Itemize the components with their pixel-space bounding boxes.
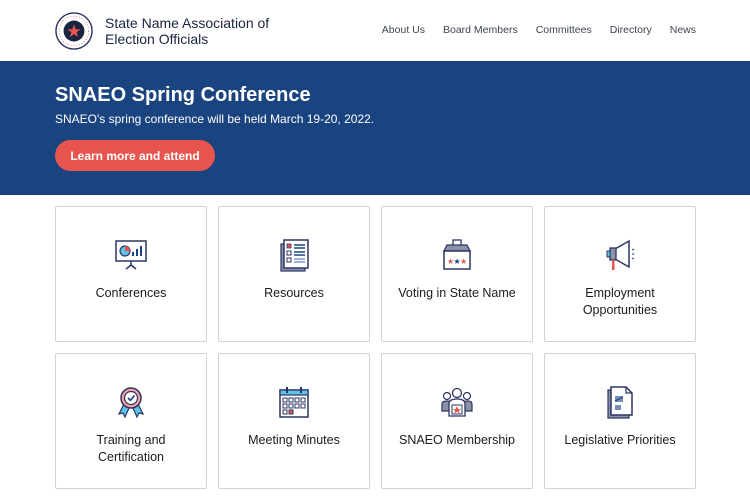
nav-directory[interactable]: Directory [610, 24, 652, 36]
card-label: Resources [264, 286, 324, 300]
card-label: SNAEO Membership [398, 433, 515, 447]
svg-text:★: ★ [460, 257, 467, 266]
people-group-icon [441, 387, 473, 417]
site-header: State Name Association of Election Offic… [0, 0, 750, 61]
learn-more-button[interactable]: Learn more and attend [55, 140, 215, 171]
nav-committees[interactable]: Committees [536, 24, 592, 36]
legislation-document-icon [607, 386, 633, 419]
card-voting[interactable]: ★ ★ ★ Voting in State Name [381, 206, 533, 342]
card-legislative[interactable]: Legislative Priorities [544, 353, 696, 489]
nav-board-members[interactable]: Board Members [443, 24, 518, 36]
card-label: Legislative Priorities [564, 433, 676, 447]
card-label: Training and Certification [96, 433, 166, 464]
card-membership[interactable]: SNAEO Membership [381, 353, 533, 489]
card-training[interactable]: Training and Certification [55, 353, 207, 489]
card-conferences[interactable]: Conferences [55, 206, 207, 342]
card-employment[interactable]: Employment Opportunities [544, 206, 696, 342]
card-resources[interactable]: Resources [218, 206, 370, 342]
ballot-box-icon: ★ ★ ★ [442, 239, 472, 270]
nav-about-us[interactable]: About Us [382, 24, 425, 36]
site-title[interactable]: State Name Association of Election Offic… [105, 15, 305, 47]
document-list-icon [280, 239, 309, 272]
card-grid: Conferences Resources ★ ★ ★ Voting in St… [55, 206, 696, 489]
card-label: Conferences [95, 286, 167, 300]
presentation-icon [115, 240, 147, 270]
card-label: Employment Opportunities [582, 286, 658, 317]
nav-news[interactable]: News [670, 24, 696, 36]
logo-seal-icon[interactable] [55, 12, 93, 50]
megaphone-icon [606, 239, 635, 270]
calendar-icon [279, 387, 309, 418]
hero-banner [0, 61, 750, 195]
card-label: Meeting Minutes [248, 433, 340, 447]
hero-text: SNAEO's spring conference will be held M… [55, 112, 375, 126]
award-ribbon-icon [117, 387, 145, 419]
hero-title: SNAEO Spring Conference [55, 84, 311, 106]
card-meeting-minutes[interactable]: Meeting Minutes [218, 353, 370, 489]
main-nav: About Us Board Members Committees Direct… [382, 24, 696, 36]
card-label: Voting in State Name [398, 286, 516, 300]
